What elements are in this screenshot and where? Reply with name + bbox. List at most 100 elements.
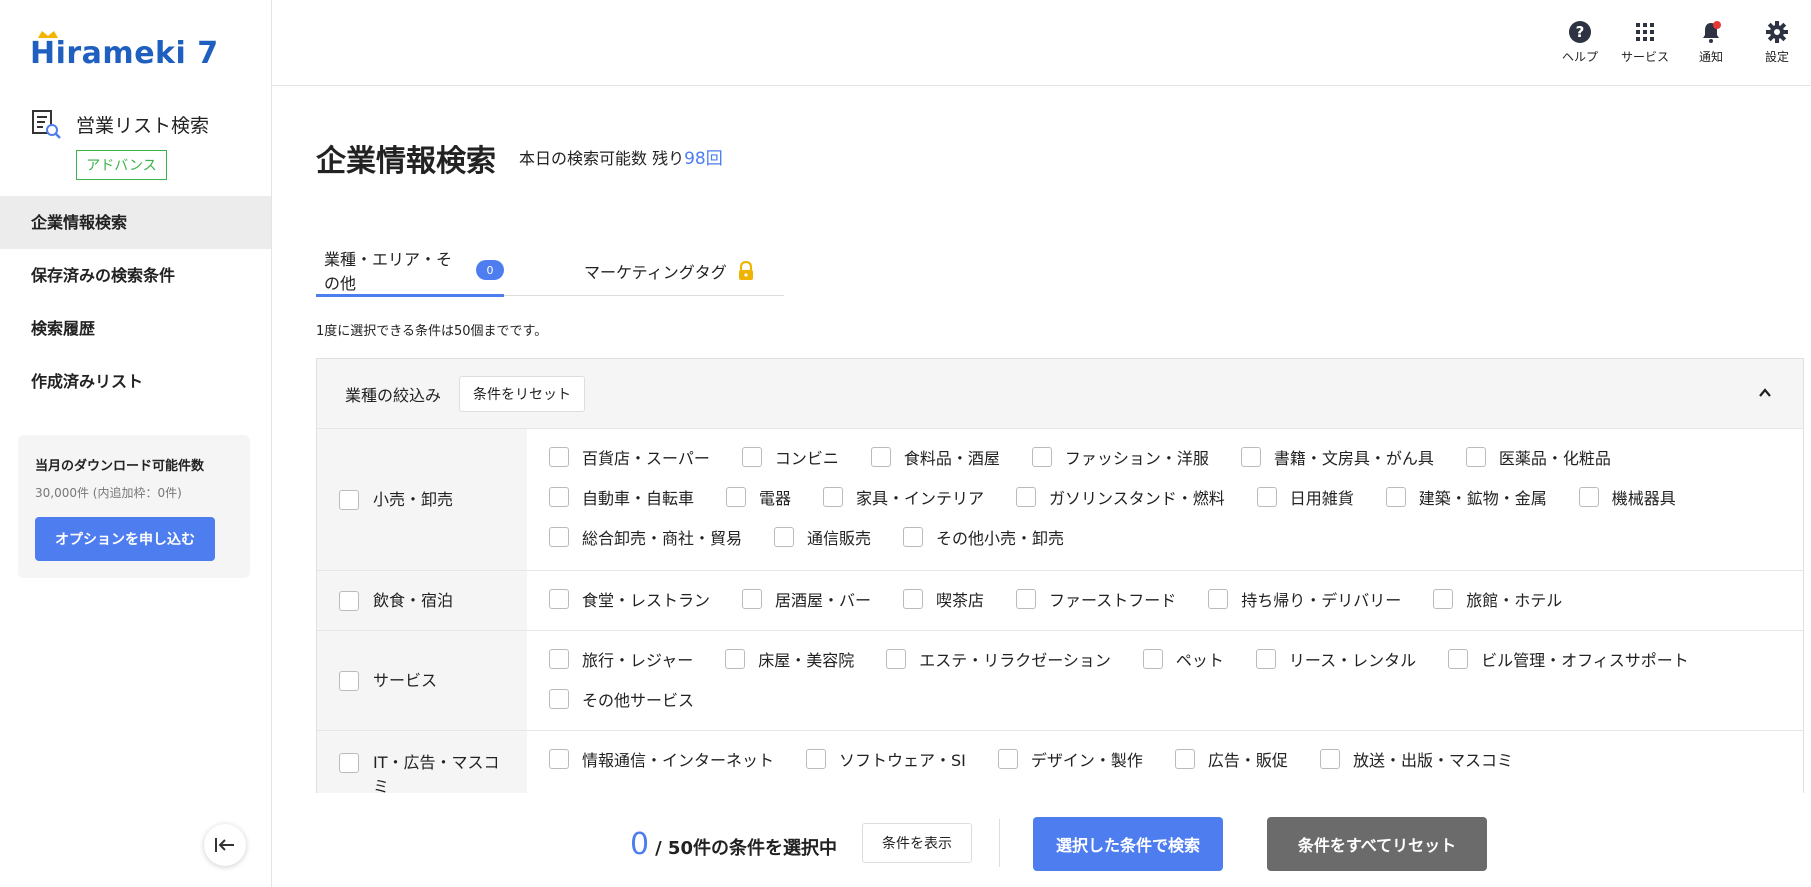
remaining-value: 98回 <box>684 149 723 169</box>
remaining-prefix: 本日の検索可能数 残り <box>519 149 685 168</box>
category-name: サービス <box>373 670 438 690</box>
chevron-up-icon[interactable] <box>1757 385 1773 401</box>
top-header: ? ヘルプ サービス 通知 設定 <box>272 0 1811 86</box>
option-checkbox[interactable]: 居酒屋・バー <box>742 579 871 619</box>
option-checkbox[interactable]: 食堂・レストラン <box>549 579 710 619</box>
category-label-cell: 飲食・宿泊 <box>317 571 527 630</box>
option-checkbox[interactable]: 医薬品・化粧品 <box>1465 437 1611 477</box>
option-checkbox[interactable]: 家具・インテリア <box>823 477 984 517</box>
option-checkbox[interactable]: その他サービス <box>549 679 694 719</box>
collapse-sidebar-button[interactable] <box>204 824 246 866</box>
category-label-cell: 小売・卸売 <box>317 429 527 570</box>
reset-conditions-button[interactable]: 条件をリセット <box>459 375 586 412</box>
notifications-label: 通知 <box>1698 50 1723 64</box>
category-checkbox[interactable] <box>339 590 359 611</box>
tab-marketing-tags[interactable]: マーケティングタグ <box>584 246 755 296</box>
tab-count-badge: 0 <box>476 260 504 280</box>
category-row-retail: 小売・卸売 百貨店・スーパー コンビニ 食料品・酒屋 ファッション・洋服 書籍・… <box>317 429 1803 571</box>
sidebar-item-saved-conditions[interactable]: 保存済みの検索条件 <box>0 249 271 302</box>
bell-icon <box>1703 21 1721 43</box>
option-checkbox[interactable]: 広告・販促 <box>1174 739 1288 779</box>
option-checkbox[interactable]: ファッション・洋服 <box>1031 437 1209 477</box>
option-checkbox[interactable]: 放送・出版・マスコミ <box>1319 739 1513 779</box>
option-checkbox[interactable]: リース・レンタル <box>1255 639 1416 679</box>
option-checkbox[interactable]: 喫茶店 <box>903 579 984 619</box>
category-options: 食堂・レストラン 居酒屋・バー 喫茶店 ファーストフード 持ち帰り・デリバリー … <box>527 571 1803 630</box>
option-checkbox[interactable]: 機械器具 <box>1578 477 1676 517</box>
option-checkbox[interactable]: ビル管理・オフィスサポート <box>1448 639 1689 679</box>
option-checkbox[interactable]: 情報通信・インターネット <box>549 739 774 779</box>
lock-icon <box>738 261 753 280</box>
category-checkbox[interactable] <box>339 489 359 510</box>
settings-button[interactable]: 設定 <box>1747 20 1807 65</box>
show-conditions-button[interactable]: 条件を表示 <box>862 823 972 863</box>
option-checkbox[interactable]: 建築・鉱物・金属 <box>1385 477 1547 517</box>
option-checkbox[interactable]: 旅行・レジャー <box>549 639 693 679</box>
sidebar-item-created-lists[interactable]: 作成済みリスト <box>0 355 271 408</box>
category-label-cell: サービス <box>317 631 527 730</box>
help-label: ヘルプ <box>1561 50 1598 64</box>
logo[interactable]: Hirameki 7 <box>30 31 219 72</box>
selected-count: 0 / 50件の条件を選択中 <box>630 827 837 862</box>
settings-label: 設定 <box>1764 50 1789 64</box>
option-checkbox[interactable]: 床屋・美容院 <box>725 639 854 679</box>
category-options: 情報通信・インターネット ソフトウェア・SI デザイン・製作 広告・販促 放送・… <box>527 731 1803 794</box>
option-checkbox[interactable]: 総合卸売・商社・貿易 <box>549 517 742 557</box>
apply-option-button[interactable]: オプションを申し込む <box>35 517 215 561</box>
category-label-cell: IT・広告・マスコミ <box>317 731 527 794</box>
page-title: 企業情報検索 <box>316 144 496 179</box>
download-quota-count: 30,000件 (内追加枠：0件) <box>35 486 182 500</box>
sidebar-item-company-search[interactable]: 企業情報検索 <box>0 196 271 249</box>
sidebar: Hirameki 7 営業リスト検索 アドバンス 企業情報検索 保存済みの検索条… <box>0 0 272 887</box>
services-button[interactable]: サービス <box>1615 20 1675 65</box>
option-checkbox[interactable]: 通信販売 <box>774 517 871 557</box>
option-checkbox[interactable]: ペット <box>1142 639 1224 679</box>
remaining-searches: 本日の検索可能数 残り98回 <box>519 144 723 169</box>
option-checkbox[interactable]: ファーストフード <box>1016 579 1176 619</box>
option-checkbox[interactable]: 日用雑貨 <box>1256 477 1354 517</box>
category-row-it: IT・広告・マスコミ 情報通信・インターネット ソフトウェア・SI デザイン・製… <box>317 731 1803 794</box>
option-checkbox[interactable]: 旅館・ホテル <box>1433 579 1562 619</box>
category-checkbox[interactable] <box>339 670 359 691</box>
selection-limit-note: 1度に選択できる条件は50個までです。 <box>316 324 548 339</box>
sidebar-nav: 企業情報検索 保存済みの検索条件 検索履歴 作成済みリスト <box>0 196 271 408</box>
category-options: 百貨店・スーパー コンビニ 食料品・酒屋 ファッション・洋服 書籍・文房具・がん… <box>527 429 1803 570</box>
panel-header: 業種の絞込み 条件をリセット <box>317 359 1803 429</box>
help-icon: ? <box>1569 21 1591 43</box>
option-checkbox[interactable]: エステ・リラクゼーション <box>886 639 1111 679</box>
category-name: 小売・卸売 <box>373 489 454 509</box>
tab-industry-area-label: 業種・エリア・その他 <box>324 250 453 293</box>
option-checkbox[interactable]: 自動車・自転車 <box>549 477 694 517</box>
option-checkbox[interactable]: 電器 <box>726 477 791 517</box>
selection-footer: 0 / 50件の条件を選択中 条件を表示 選択した条件で検索 条件をすべてリセッ… <box>272 793 1811 887</box>
category-name: 飲食・宿泊 <box>373 590 454 610</box>
condition-tabs: 業種・エリア・その他 0 マーケティングタグ <box>316 246 784 297</box>
help-button[interactable]: ? ヘルプ <box>1550 20 1610 65</box>
industry-filter-panel: 業種の絞込み 条件をリセット 小売・卸売 百貨店・スーパー コンビニ 食料品・酒… <box>316 358 1804 794</box>
notifications-button[interactable]: 通知 <box>1681 20 1741 65</box>
reset-all-button[interactable]: 条件をすべてリセット <box>1267 817 1487 871</box>
option-checkbox[interactable]: 書籍・文房具・がん具 <box>1240 437 1434 477</box>
logo-text: Hirameki 7 <box>30 36 219 71</box>
option-checkbox[interactable]: コンビニ <box>741 437 839 477</box>
option-checkbox[interactable]: 食料品・酒屋 <box>870 437 1000 477</box>
sidebar-item-search-history[interactable]: 検索履歴 <box>0 302 271 355</box>
option-checkbox[interactable]: 百貨店・スーパー <box>549 437 710 477</box>
option-checkbox[interactable]: その他小売・卸売 <box>903 517 1064 557</box>
plan-badge: アドバンス <box>76 150 167 180</box>
search-button[interactable]: 選択した条件で検索 <box>1033 817 1223 871</box>
category-name: IT・広告・マスコミ <box>373 753 500 794</box>
logo-crown-icon <box>38 31 58 38</box>
tab-marketing-tags-label: マーケティングタグ <box>584 263 727 282</box>
category-options: 旅行・レジャー 床屋・美容院 エステ・リラクゼーション ペット リース・レンタル… <box>527 631 1803 730</box>
category-checkbox[interactable] <box>339 753 359 773</box>
download-quota-box: 当月のダウンロード可能件数 30,000件 (内追加枠：0件) オプションを申し… <box>18 435 250 578</box>
option-checkbox[interactable]: 持ち帰り・デリバリー <box>1208 579 1401 619</box>
selected-number: 0 <box>630 827 650 862</box>
product-header: 営業リスト検索 <box>30 108 209 140</box>
option-checkbox[interactable]: ソフトウェア・SI <box>806 739 966 779</box>
tab-industry-area[interactable]: 業種・エリア・その他 0 <box>316 246 504 297</box>
option-checkbox[interactable]: ガソリンスタンド・燃料 <box>1016 477 1225 517</box>
option-checkbox[interactable]: デザイン・製作 <box>997 739 1143 779</box>
apps-grid-icon <box>1636 23 1654 41</box>
